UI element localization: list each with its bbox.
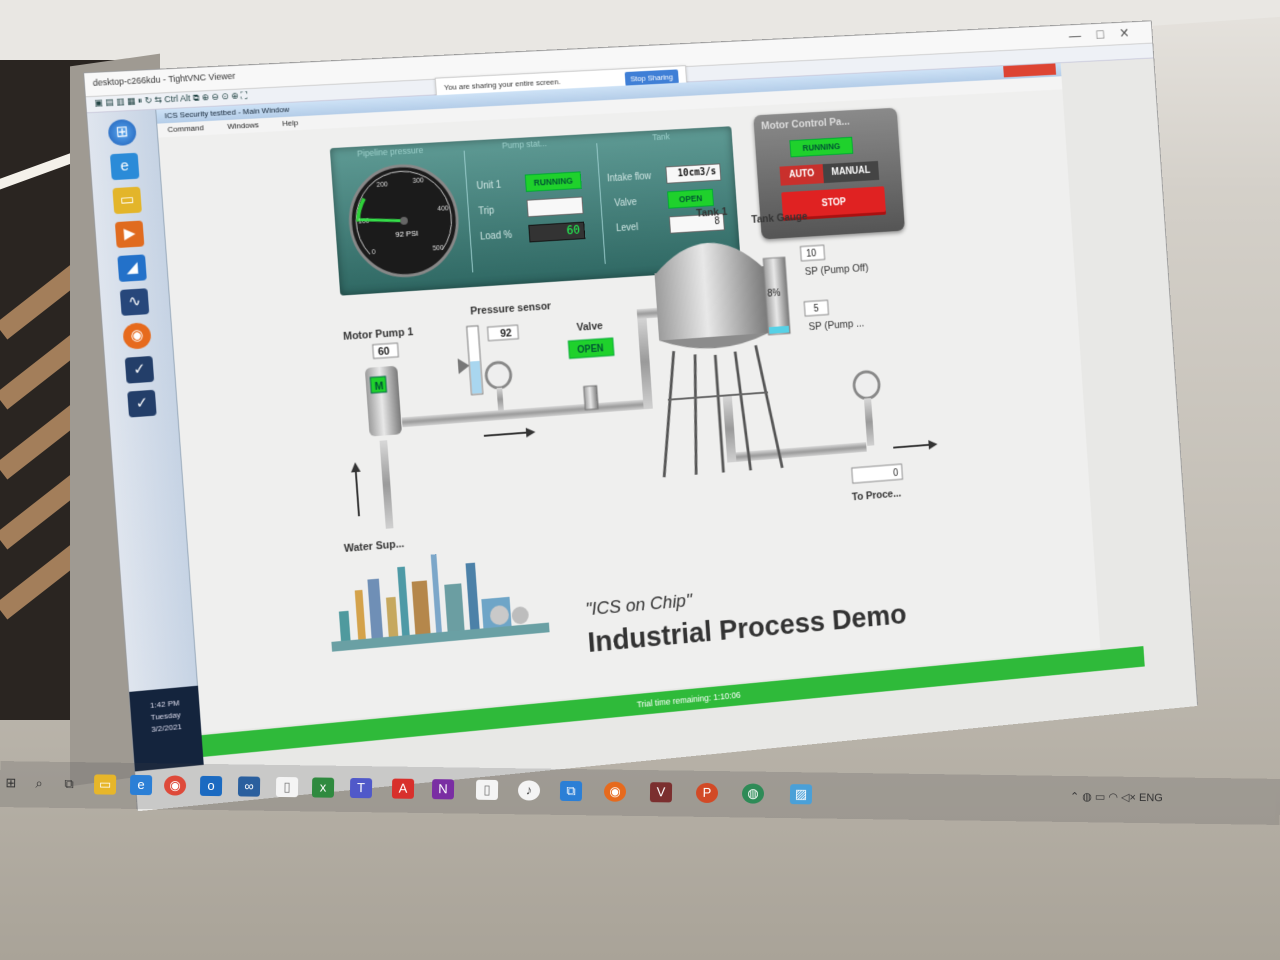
language-indicator[interactable]: ENG [1139, 792, 1163, 804]
riser-pipe [637, 314, 653, 410]
ctrl-alt-label[interactable]: Ctrl Alt [164, 93, 191, 104]
media-player-icon[interactable]: ▶ [114, 220, 145, 249]
onenote-icon[interactable]: N [431, 779, 455, 800]
powerpoint-icon[interactable]: P [695, 782, 719, 804]
projected-screen: desktop-c266kdu - TightVNC Viewer —□✕ ▣ … [83, 20, 1198, 812]
pressure-value: 92 [500, 327, 512, 339]
tank-1 [654, 266, 769, 341]
maximize-button[interactable]: □ [1096, 26, 1120, 42]
outlet-arrow [893, 445, 933, 448]
search-icon[interactable]: ⌕ [28, 773, 50, 793]
vnc-icon[interactable]: V [649, 782, 673, 803]
excel-icon[interactable]: x [311, 777, 335, 798]
vnc-window-controls: —□✕ [1068, 23, 1145, 43]
windows-taskbar: ⊞ ⌕ ⧉ ▭ e ◉ o ∞ ▯ x T A N ▯ ♪ ⧉ ◉ V P ◍ … [0, 761, 1280, 825]
teams-icon[interactable]: T [349, 777, 373, 799]
photo-background: desktop-c266kdu - TightVNC Viewer —□✕ ▣ … [0, 0, 1280, 960]
music-icon[interactable]: ♪ [517, 780, 541, 801]
pressure-sensor-label: Pressure sensor [470, 300, 552, 317]
vs-icon[interactable]: ∞ [237, 776, 261, 797]
firefox-icon[interactable]: ◉ [122, 322, 152, 350]
file-explorer-icon[interactable]: ▭ [93, 774, 117, 795]
globe-icon[interactable]: ◍ [741, 783, 765, 804]
pdf-icon[interactable]: A [391, 778, 415, 799]
close-button[interactable]: ✕ [1119, 24, 1145, 40]
sp-on-label: SP (Pump ... [808, 318, 864, 333]
menu-help[interactable]: Help [282, 118, 299, 128]
pressure-dial-icon [485, 362, 511, 389]
wireshark-icon[interactable]: ◢ [117, 254, 147, 282]
oscilloscope-icon[interactable]: ∿ [119, 288, 150, 316]
checklist-icon-2[interactable]: ✓ [127, 389, 157, 418]
ie-icon[interactable]: e [109, 152, 140, 181]
file-icon[interactable]: ▯ [275, 776, 299, 798]
refinery-illustration [331, 554, 550, 652]
sp-off-value: 10 [806, 248, 817, 259]
file-icon-2[interactable]: ▯ [475, 779, 499, 801]
tank-level-text: 8% [767, 288, 781, 299]
folder-icon[interactable]: ▭ [112, 186, 142, 215]
chrome-icon[interactable]: ◉ [163, 775, 187, 796]
tank-gauge-fill [768, 325, 790, 334]
system-clock[interactable]: 1:42 PM Tuesday 3/2/2021 [129, 685, 204, 772]
zoom-icons[interactable]: ⧉ ⊕ ⊖ ⊙ ⊕ ⛶ [193, 90, 248, 103]
tray-icons[interactable]: ⌃ ◍ ▭ ◠ ◁× [1070, 791, 1139, 804]
task-view-icon[interactable]: ⧉ [58, 774, 80, 794]
motor-pump-label: Motor Pump 1 [343, 326, 414, 343]
inlet-pipe [401, 399, 646, 428]
app-close-button[interactable] [1003, 63, 1057, 78]
system-tray: ⌃ ◍ ▭ ◠ ◁× ENG [1070, 790, 1163, 804]
start-orb-icon[interactable]: ⊞ [107, 118, 138, 147]
firefox-icon[interactable]: ◉ [603, 781, 627, 802]
outlet-dial-icon [853, 371, 880, 399]
edge-icon[interactable]: e [129, 774, 153, 796]
motor-badge: M [374, 380, 384, 392]
tank-gauge-label: Tank Gauge [751, 211, 808, 226]
water-supply-label: Water Sup... [344, 538, 405, 555]
remote-desktop-icon[interactable]: ⧉ [559, 780, 583, 802]
supply-arrow [355, 467, 359, 516]
tank-label: Tank 1 [696, 206, 728, 219]
menu-windows[interactable]: Windows [227, 120, 259, 131]
tank-drain-pipe [722, 395, 737, 463]
outlet-pipe [731, 442, 867, 463]
toolbar-icons[interactable]: ▣ ▤ ▥ ▦ ⏸ ↻ ⇆ [94, 94, 165, 107]
menu-command[interactable]: Command [167, 123, 204, 134]
valve-label: Valve [576, 320, 603, 333]
motor-pump-value: 60 [378, 346, 391, 359]
flow-arrow [484, 432, 531, 436]
vnc-title: desktop-c266kdu - TightVNC Viewer [92, 70, 236, 88]
remote-desktop: ⊞ e ▭ ▶ ◢ ∿ ◉ ✓ ✓ 1:42 PM Tuesday 3/2/20… [87, 58, 1198, 812]
start-icon[interactable]: ⊞ [0, 773, 22, 793]
photos-icon[interactable]: ▨ [789, 784, 813, 805]
hmi-canvas: Pipeline pressure 0 100 200 300 400 500 [158, 89, 1101, 734]
outlook-icon[interactable]: o [199, 775, 223, 797]
to-process-label: To Proce... [852, 488, 902, 503]
valve-status: OPEN [577, 343, 604, 355]
sp-off-label: SP (Pump Off) [804, 262, 868, 278]
valve-icon [584, 386, 599, 410]
supply-pipe [379, 440, 394, 529]
checklist-icon[interactable]: ✓ [124, 355, 155, 384]
minimize-button[interactable]: — [1068, 27, 1097, 43]
